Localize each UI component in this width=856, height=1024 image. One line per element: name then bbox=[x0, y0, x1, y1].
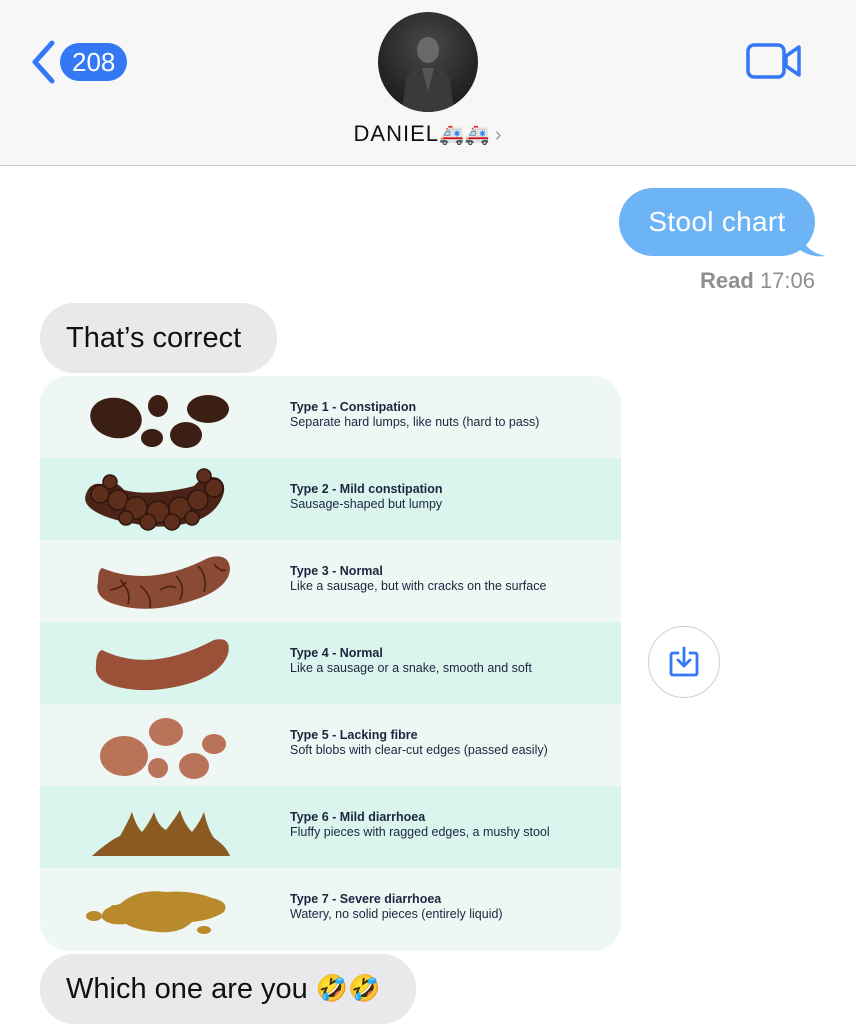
stool-type-row: Type 5 - Lacking fibre Soft blobs with cl… bbox=[40, 704, 621, 786]
incoming-message-bubble[interactable]: Which one are you 🤣🤣 bbox=[40, 954, 416, 1024]
stool-type-description: Sausage-shaped but lumpy bbox=[290, 497, 443, 511]
stool-type-title: Type 5 - Lacking fibre bbox=[290, 728, 418, 742]
stool-type-title: Type 4 - Normal bbox=[290, 646, 383, 660]
stool-type-row: Type 4 - Normal Like a sausage or a snake… bbox=[40, 622, 621, 704]
contact-name-text: DANIEL bbox=[353, 121, 439, 146]
stool-type-title: Type 7 - Severe diarrhoea bbox=[290, 892, 442, 906]
laughing-emoji: 🤣🤣 bbox=[315, 974, 381, 1004]
back-button[interactable]: 208 bbox=[30, 40, 128, 84]
read-label: Read bbox=[700, 268, 754, 293]
message-text: That’s correct bbox=[66, 321, 242, 354]
read-receipt: Read 17:06 bbox=[700, 268, 815, 294]
type-5-stool-illustration bbox=[100, 718, 226, 779]
type-4-stool-illustration bbox=[95, 639, 229, 691]
bubble-tail bbox=[800, 232, 826, 257]
video-camera-icon bbox=[746, 43, 801, 79]
stool-type-title: Type 3 - Normal bbox=[290, 564, 383, 578]
stool-type-description: Like a sausage, but with cracks on the s… bbox=[290, 579, 547, 593]
chevron-left-icon bbox=[32, 40, 55, 84]
read-time: 17:06 bbox=[759, 268, 815, 293]
stool-type-description: Watery, no solid pieces (entirely liquid… bbox=[290, 907, 503, 921]
stool-type-title: Type 1 - Constipation bbox=[290, 400, 417, 414]
type-7-stool-illustration bbox=[86, 891, 226, 934]
stool-type-description: Soft blobs with clear-cut edges (passed … bbox=[290, 743, 548, 757]
type-3-stool-illustration bbox=[97, 556, 230, 609]
avatar-person-silhouette bbox=[402, 37, 454, 112]
type-6-stool-illustration bbox=[92, 810, 230, 856]
stool-type-title: Type 6 - Mild diarrhoea bbox=[290, 810, 426, 824]
contact-avatar[interactable] bbox=[378, 12, 478, 112]
save-image-button[interactable] bbox=[648, 626, 720, 698]
stool-type-row: Type 6 - Mild diarrhoea Fluffy pieces wit… bbox=[40, 786, 621, 868]
type-1-stool-illustration bbox=[90, 395, 229, 448]
ambulance-emoji: 🚑🚑 bbox=[439, 122, 491, 146]
stool-type-title: Type 2 - Mild constipation bbox=[290, 482, 443, 496]
message-text: Stool chart bbox=[648, 206, 786, 237]
incoming-message-bubble[interactable]: That’s correct bbox=[40, 303, 277, 373]
stool-type-description: Separate hard lumps, like nuts (hard to … bbox=[290, 415, 540, 429]
stool-type-row: Type 7 - Severe diarrhoea Watery, no soli… bbox=[40, 868, 621, 950]
download-icon bbox=[669, 646, 699, 677]
stool-type-row: Type 3 - Normal Like a sausage, but with … bbox=[40, 540, 621, 622]
chevron-right-icon: › bbox=[494, 124, 503, 146]
unread-count-badge: 208 bbox=[60, 43, 128, 81]
message-text: Which one are you bbox=[66, 972, 308, 1005]
outgoing-message-bubble[interactable]: Stool chart bbox=[619, 188, 815, 256]
contact-name-button[interactable]: DANIEL🚑🚑 › bbox=[0, 121, 856, 147]
video-call-button[interactable] bbox=[746, 42, 802, 85]
conversation-header: 208 DANIEL🚑🚑 › bbox=[0, 0, 856, 166]
stool-type-description: Fluffy pieces with ragged edges, a mushy… bbox=[290, 825, 550, 839]
stool-chart-image[interactable]: Type 1 - Constipation Separate hard lumps… bbox=[40, 376, 621, 951]
stool-type-row: Type 2 - Mild constipation Sausage-shaped… bbox=[40, 458, 621, 540]
stool-type-description: Like a sausage or a snake, smooth and so… bbox=[290, 661, 532, 675]
type-2-stool-illustration bbox=[85, 468, 225, 531]
stool-type-row: Type 1 - Constipation Separate hard lumps… bbox=[40, 376, 621, 458]
